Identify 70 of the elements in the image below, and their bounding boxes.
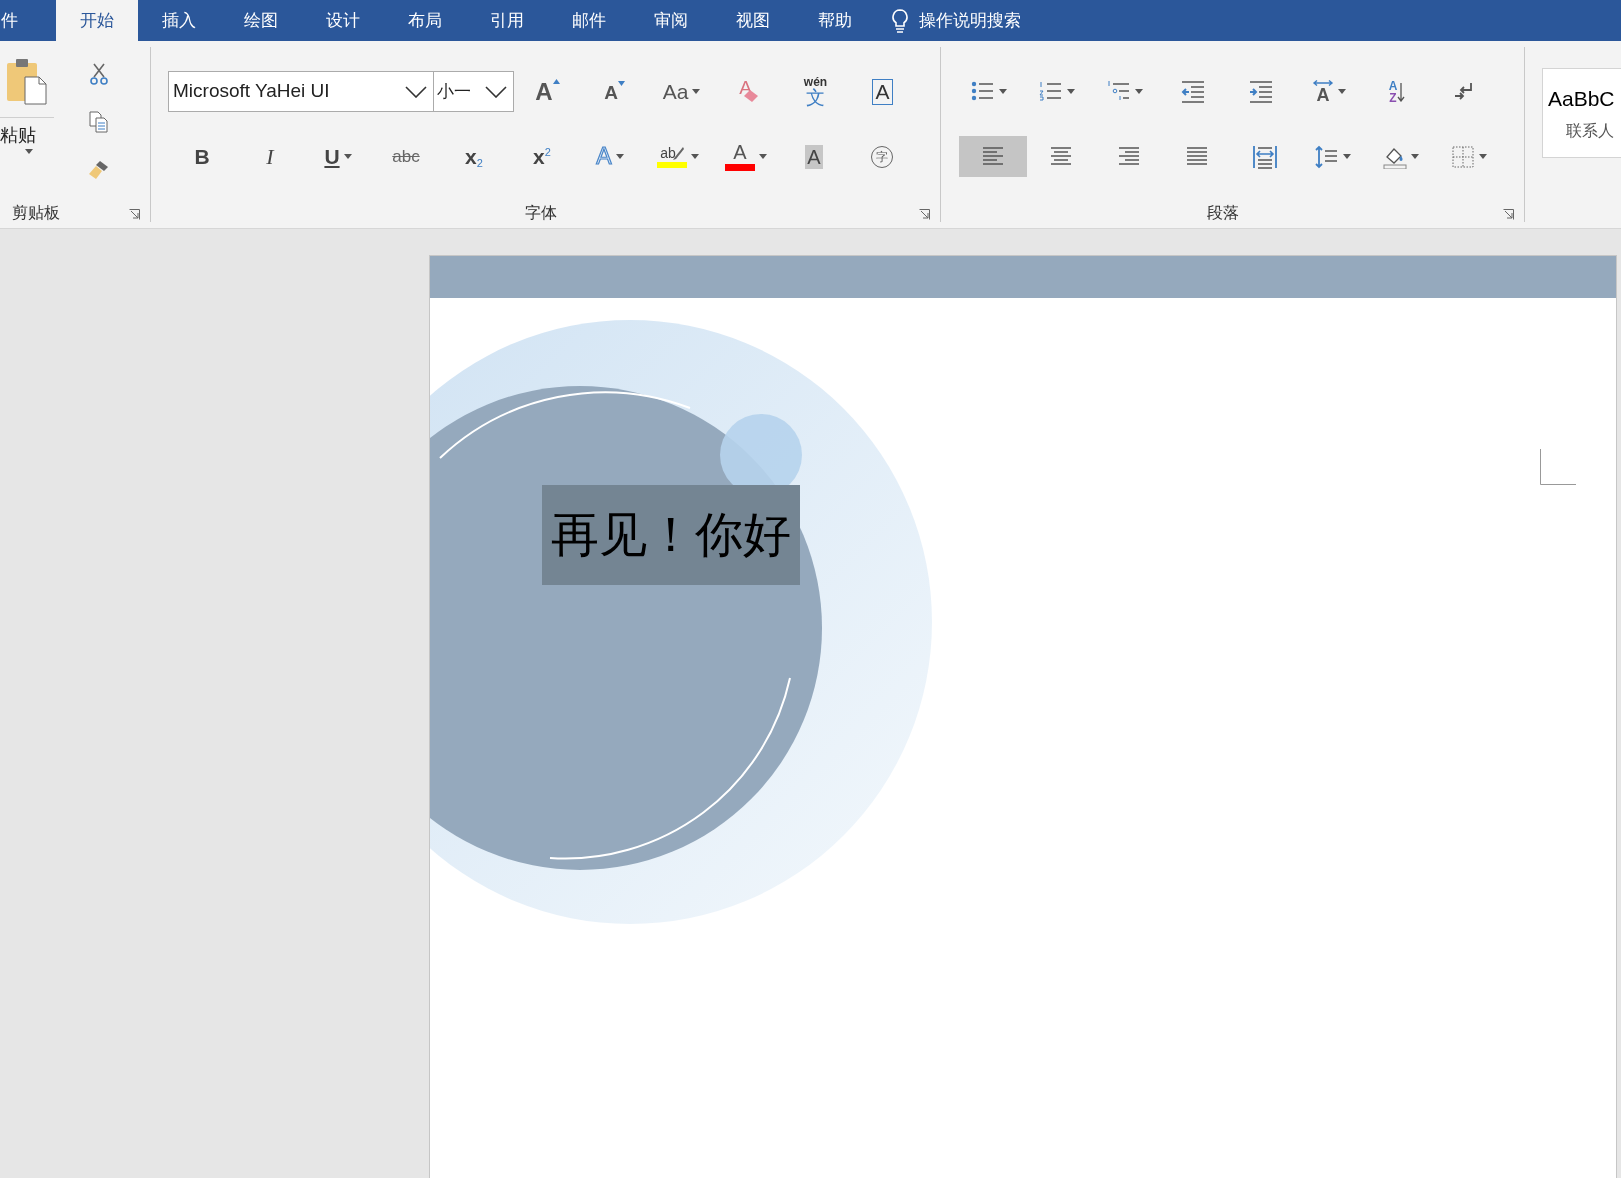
dropdown-caret-icon — [999, 89, 1007, 94]
font-size-dropdown[interactable]: 小一 — [434, 71, 514, 112]
italic-button[interactable]: I — [236, 136, 304, 177]
character-border-button[interactable]: A — [849, 71, 916, 112]
decrease-indent-icon — [1181, 79, 1205, 104]
numbered-list-icon — [1039, 79, 1063, 104]
double-arrow-icon — [1312, 79, 1334, 86]
dialog-launcher-icon — [1503, 209, 1514, 220]
border-grid-icon — [1451, 144, 1475, 169]
lightbulb-icon — [891, 7, 909, 34]
dropdown-caret-icon — [25, 149, 33, 154]
distributed-icon — [1253, 144, 1277, 169]
ribbon-tab[interactable]: 邮件 — [548, 0, 630, 41]
paste-button[interactable]: 粘贴 — [0, 55, 54, 183]
dropdown-caret-icon — [759, 154, 767, 159]
copy-icon — [89, 111, 109, 133]
ribbon-tab[interactable]: 开始 — [56, 0, 138, 41]
align-left-button[interactable] — [959, 136, 1027, 177]
bold-button[interactable]: B — [168, 136, 236, 177]
ribbon-tab[interactable]: 审阅 — [630, 0, 712, 41]
ribbon-tab[interactable]: 布局 — [384, 0, 466, 41]
dropdown-caret-icon — [692, 89, 701, 94]
chevron-down-icon — [405, 85, 427, 98]
group-label: 字体 — [524, 203, 557, 223]
font-color-button[interactable]: A — [712, 136, 780, 177]
dropdown-caret-icon — [615, 154, 624, 159]
dropdown-caret-icon — [1343, 154, 1351, 159]
group-label: 剪贴板 — [12, 203, 60, 223]
grow-font-button[interactable]: A — [514, 71, 581, 112]
tell-me-search[interactable]: 操作说明搜索 — [891, 0, 1021, 41]
increase-indent-icon — [1249, 79, 1273, 104]
ribbon-tab[interactable]: 帮助 — [794, 0, 876, 41]
dialog-launcher-icon — [129, 209, 140, 220]
dropdown-caret-icon — [1135, 89, 1143, 94]
clipboard-paste-icon — [5, 57, 49, 105]
margin-corner-mark — [1540, 449, 1576, 485]
highlight-button[interactable]: ab — [644, 136, 712, 177]
character-shading-button[interactable]: A — [780, 136, 848, 177]
ribbon-tab[interactable]: 视图 — [712, 0, 794, 41]
dropdown-caret-icon — [691, 154, 699, 159]
chevron-down-icon — [485, 85, 507, 98]
ribbon-tab[interactable]: 引用 — [466, 0, 548, 41]
ribbon-tab[interactable]: 设计 — [302, 0, 384, 41]
change-case-button[interactable]: Aa — [648, 71, 715, 112]
ribbon-tab[interactable]: 件 — [0, 0, 56, 41]
enclose-characters-button[interactable]: 字 — [848, 136, 916, 177]
asian-layout-button[interactable]: A — [1295, 71, 1363, 112]
shrink-font-button[interactable]: A — [581, 71, 648, 112]
phonetic-guide-button[interactable]: wén 文 — [782, 71, 849, 112]
scissors-icon — [90, 63, 108, 85]
ribbon-tab[interactable]: 绘图 — [220, 0, 302, 41]
dropdown-caret-icon — [1067, 89, 1075, 94]
strikethrough-button[interactable]: abc — [372, 136, 440, 177]
font-name-dropdown[interactable]: Microsoft YaHei UI — [168, 71, 434, 112]
paintbrush-icon — [88, 159, 110, 181]
dropdown-caret-icon — [343, 154, 352, 159]
underline-button[interactable]: U — [304, 136, 372, 177]
dropdown-caret-icon — [1411, 154, 1419, 159]
triangle-up-icon — [552, 79, 560, 84]
dropdown-caret-icon — [1338, 89, 1346, 94]
arrow-down-icon — [1397, 81, 1406, 102]
sort-button[interactable]: A Z — [1363, 71, 1431, 112]
style-gallery-item[interactable]: AaBbC 联系人 — [1542, 68, 1621, 158]
dialog-launcher-icon — [919, 209, 930, 220]
triangle-down-icon — [617, 81, 625, 86]
ribbon-tab[interactable]: 插入 — [138, 0, 220, 41]
text-box: 再见！你好 — [542, 485, 800, 585]
dropdown-caret-icon — [1479, 154, 1487, 159]
group-label: 段落 — [1206, 203, 1239, 223]
line-spacing-icon — [1315, 144, 1339, 169]
